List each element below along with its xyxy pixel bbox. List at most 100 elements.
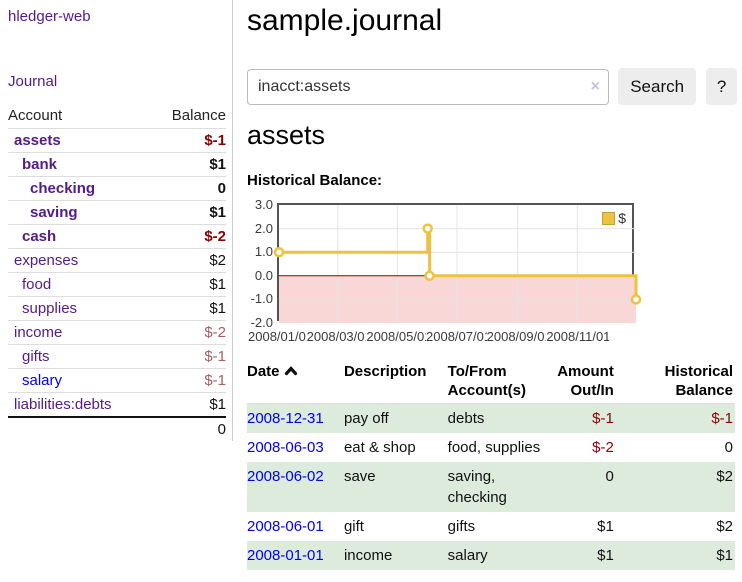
txn-balance-cell: $1 (622, 541, 735, 570)
sidebar-account-link[interactable]: salary (8, 371, 62, 390)
txn-amount-cell: $1 (557, 541, 622, 570)
txn-date-cell: 2008-06-03 (247, 433, 344, 462)
data-point-marker (426, 272, 434, 280)
account-balance: $1 (209, 395, 226, 414)
account-balance: $1 (209, 155, 226, 174)
txn-balance-cell: 0 (622, 433, 735, 462)
txn-amount-cell: $-2 (557, 433, 622, 462)
data-point-marker (424, 225, 432, 233)
y-axis-tick-label: -2.0 (247, 315, 273, 330)
txn-accounts-cell: food, supplies (448, 433, 558, 462)
txn-balance-cell: $2 (622, 462, 735, 512)
sidebar-account-link[interactable]: supplies (8, 299, 77, 318)
txn-date-cell: 2008-12-31 (247, 404, 344, 434)
txn-amount-cell: $1 (557, 512, 622, 541)
table-row: 2008-06-03 eat & shopfood, supplies$-20 (247, 433, 735, 462)
search-button[interactable]: Search (618, 68, 696, 105)
data-point-marker (632, 295, 640, 303)
account-row: supplies $1 (8, 296, 226, 320)
legend-color-swatch (602, 212, 615, 225)
sidebar-account-link[interactable]: bank (8, 155, 57, 174)
register-header-text: Amount (557, 363, 614, 380)
accounts-table-header: Account Balance (8, 104, 226, 128)
account-balance: $-2 (204, 227, 226, 246)
sidebar-account-link[interactable]: gifts (8, 347, 50, 366)
account-balance: $-2 (204, 323, 226, 342)
account-balance: $-1 (204, 131, 226, 150)
y-axis-tick-label: 0.0 (247, 268, 273, 283)
table-row: 2008-06-01giftgifts$1$2 (247, 512, 735, 541)
account-row: gifts$-1 (8, 344, 226, 368)
account-row: cash $-2 (8, 224, 226, 248)
txn-date-link[interactable]: 2008-06-01 (247, 518, 324, 535)
txn-balance-cell: $-1 (622, 404, 735, 434)
table-row: 2008-01-01incomesalary$1$1 (247, 541, 735, 570)
sidebar-account-link[interactable]: cash (8, 227, 56, 246)
account-balance: 0 (218, 179, 226, 198)
register-header-text: Description (344, 363, 427, 380)
sidebar: hledger-web Journal Account Balance asse… (0, 0, 233, 441)
register-header-text: Out/In (571, 382, 614, 399)
txn-description-cell: pay off (344, 404, 448, 434)
txn-accounts-cell: salary (448, 541, 558, 570)
txn-description-cell: eat & shop (344, 433, 448, 462)
chart-legend: $ (600, 209, 628, 227)
x-axis-tick-label: 2008/09/01 (487, 329, 550, 344)
txn-accounts-cell: gifts (448, 512, 558, 541)
sidebar-account-link[interactable]: assets (8, 131, 61, 150)
txn-amount-cell: 0 (557, 462, 622, 512)
search-input[interactable] (247, 69, 609, 105)
help-button[interactable]: ? (706, 68, 737, 105)
page-title: sample.journal (247, 4, 442, 38)
txn-date-link[interactable]: 2008-01-01 (247, 547, 324, 564)
account-heading: assets (247, 120, 325, 151)
balance-column-header: Balance (172, 107, 226, 124)
register-header-description: Description (344, 360, 448, 404)
account-balance: $2 (209, 251, 226, 270)
sidebar-account-link[interactable]: checking (8, 179, 95, 198)
accounts-total-value: 0 (218, 421, 226, 438)
account-balance: $1 (209, 275, 226, 294)
sidebar-account-link[interactable]: expenses (8, 251, 78, 270)
y-axis-tick-label: -1.0 (247, 291, 273, 306)
y-axis-tick-label: 2.0 (247, 221, 273, 236)
sidebar-account-link[interactable]: liabilities:debts (8, 395, 112, 414)
table-row: 2008-12-31pay offdebts$-1$-1 (247, 404, 735, 434)
account-row: assets $-1 (8, 128, 226, 152)
txn-description-cell: save (344, 462, 448, 512)
txn-date-link[interactable]: 2008-06-03 (247, 439, 324, 456)
accounts-table: Account Balance assets $-1 bank $1 checking 0… (8, 104, 226, 441)
x-axis-tick-label: 2008/07/01 (426, 329, 489, 344)
account-row: bank $1 (8, 152, 226, 176)
account-balance: $1 (209, 299, 226, 318)
account-row: food $1 (8, 272, 226, 296)
x-axis-tick-label: 2008/03/01 (307, 329, 370, 344)
x-axis-tick-label: 2008/11/01 (546, 329, 609, 344)
sidebar-account-link[interactable]: income (8, 323, 62, 342)
txn-date-link[interactable]: 2008-06-02 (247, 468, 324, 485)
account-row: checking 0 (8, 176, 226, 200)
sidebar-account-link[interactable]: food (8, 275, 51, 294)
clear-search-icon[interactable]: × (591, 78, 600, 96)
txn-balance-cell: $2 (622, 512, 735, 541)
sort-ascending-icon[interactable] (284, 365, 298, 376)
register-header-balance: HistoricalBalance (622, 360, 735, 404)
search-form: × Search ? (247, 68, 737, 105)
y-axis-tick-label: 1.0 (247, 244, 273, 259)
x-axis-tick-label: 2008/01/01 (248, 329, 311, 344)
sidebar-account-link[interactable]: saving (8, 203, 78, 222)
balance-step-chart (279, 205, 636, 323)
sidebar-item-journal[interactable]: Journal (8, 73, 57, 90)
account-row: income $-2 (8, 320, 226, 344)
txn-date-cell: 2008-01-01 (247, 541, 344, 570)
app-title-link[interactable]: hledger-web (8, 8, 91, 25)
accounts-total-row: 0 (8, 416, 226, 441)
txn-amount-cell: $-1 (557, 404, 622, 434)
account-balance: $1 (209, 203, 226, 222)
txn-date-cell: 2008-06-02 (247, 462, 344, 512)
register-header-date[interactable]: Date (247, 360, 344, 404)
register-header-amount: Amount Out/In (557, 360, 622, 404)
txn-date-link[interactable]: 2008-12-31 (247, 410, 324, 427)
register-table: DateDescriptionTo/FromAccount(s)AmountOu… (247, 360, 735, 570)
txn-accounts-cell: debts (448, 404, 558, 434)
